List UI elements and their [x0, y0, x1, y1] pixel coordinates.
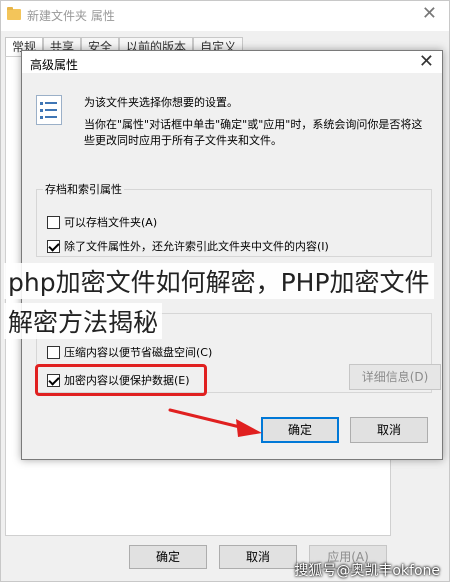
archive-index-group: 存档和索引属性 可以存档文件夹(A) 除了文件属性外，还允许索引此文件夹中文件的…	[36, 181, 432, 257]
advanced-attributes-dialog: 高级属性 ✕ 为该文件夹选择你想要的设置。 当你在"属性"对话框中单击"确定"或…	[21, 50, 443, 460]
index-checkbox[interactable]	[47, 239, 60, 253]
encrypt-highlight-box	[35, 364, 207, 396]
archive-checkbox-row[interactable]: 可以存档文件夹(A)	[47, 214, 157, 230]
properties-titlebar: 新建文件夹 属性 ✕	[1, 1, 449, 31]
properties-window-title: 新建文件夹 属性	[27, 9, 115, 23]
compress-checkbox-row[interactable]: 压缩内容以便节省磁盘空间(C)	[47, 344, 212, 360]
folder-icon	[7, 7, 21, 20]
details-button[interactable]: 详细信息(D)	[349, 364, 441, 390]
red-arrow-icon	[168, 408, 262, 437]
dialog-description-line2: 当你在"属性"对话框中单击"确定"或"应用"时，系统会询问你是否将这	[84, 118, 423, 131]
archive-checkbox-label: 可以存档文件夹(A)	[64, 216, 158, 229]
properties-cancel-button[interactable]: 取消	[219, 545, 297, 569]
archive-checkbox[interactable]	[47, 215, 60, 229]
compress-checkbox[interactable]	[47, 345, 60, 359]
properties-close-icon[interactable]: ✕	[422, 3, 437, 24]
dialog-description-line3: 些更改同时应用于所有子文件夹和文件。	[84, 134, 282, 147]
caption-line2: 解密方法揭秘	[4, 303, 163, 339]
caption-line1: php加密文件如何解密，PHP加密文件	[4, 263, 434, 299]
dialog-ok-button[interactable]: 确定	[261, 417, 339, 443]
dialog-titlebar: 高级属性 ✕	[22, 51, 442, 73]
compress-checkbox-label: 压缩内容以便节省磁盘空间(C)	[64, 346, 213, 359]
index-checkbox-row[interactable]: 除了文件属性外，还允许索引此文件夹中文件的内容(I)	[47, 238, 329, 254]
archive-index-group-label: 存档和索引属性	[43, 181, 124, 197]
dialog-close-icon[interactable]: ✕	[419, 51, 434, 72]
dialog-title: 高级属性	[30, 58, 79, 72]
watermark: 搜狐号@奥凯丰okfone	[294, 563, 440, 579]
settings-list-icon	[36, 95, 62, 125]
dialog-description-line1: 为该文件夹选择你想要的设置。	[84, 96, 238, 109]
properties-ok-button[interactable]: 确定	[129, 545, 207, 569]
index-checkbox-label: 除了文件属性外，还允许索引此文件夹中文件的内容(I)	[64, 240, 329, 253]
dialog-cancel-button[interactable]: 取消	[350, 417, 428, 443]
